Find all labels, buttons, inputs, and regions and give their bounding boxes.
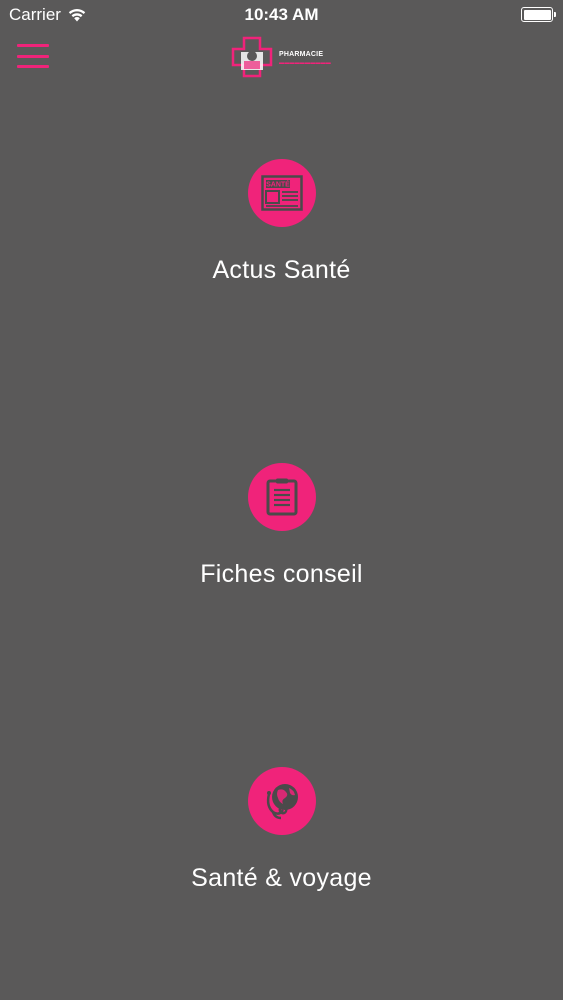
newspaper-sante-text: SANTÉ: [266, 180, 290, 189]
fiches-conseil-icon-circle: [248, 463, 316, 531]
logo-subtext: ▬▬▬▬▬▬▬▬▬▬: [279, 60, 331, 66]
menu-bar-line: [17, 65, 49, 68]
actus-sante-icon-circle: SANTÉ: [248, 159, 316, 227]
status-bar: Carrier 10:43 AM: [0, 0, 563, 30]
menu-item-sante-voyage[interactable]: Santé & voyage: [0, 767, 563, 927]
pharmacy-logo: PHARMACIE ▬▬▬▬▬▬▬▬▬▬: [229, 34, 335, 80]
newspaper-sante-icon: SANTÉ: [261, 175, 303, 211]
clipboard-document-icon: [266, 478, 298, 516]
menu-bar-line: [17, 44, 49, 47]
menu-item-actus-sante[interactable]: SANTÉ Actus Santé: [0, 159, 563, 319]
status-time: 10:43 AM: [244, 5, 319, 24]
globe-stethoscope-icon: [266, 784, 298, 820]
battery-icon: [521, 7, 556, 22]
menu-item-label: Fiches conseil: [200, 560, 363, 588]
menu-item-fiches-conseil[interactable]: Fiches conseil: [0, 463, 563, 623]
sante-voyage-icon-circle: [248, 767, 316, 835]
logo-text: PHARMACIE: [279, 51, 324, 58]
menu-bar-line: [17, 54, 49, 58]
menu-item-label: Actus Santé: [212, 256, 351, 284]
pharmacy-cross-logo-icon: [231, 36, 273, 78]
hamburger-menu-icon[interactable]: [17, 42, 49, 70]
menu-item-label: Santé & voyage: [191, 864, 372, 892]
